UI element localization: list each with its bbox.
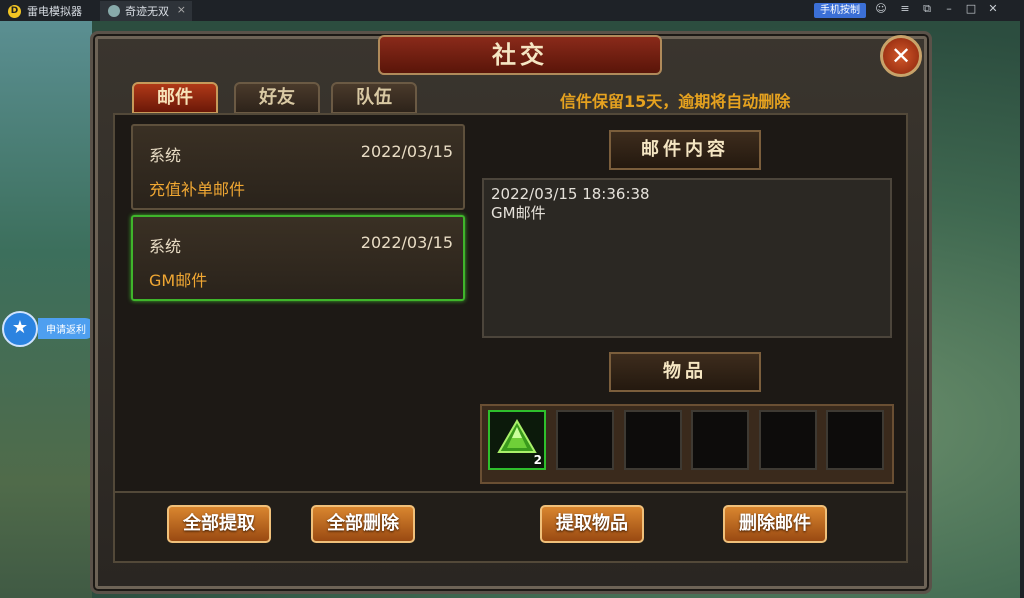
rebate-label[interactable]: 申请返利 <box>38 318 95 339</box>
emulator-logo-icon: D <box>8 4 21 18</box>
fullscreen-icon[interactable]: ⧉ <box>920 2 934 16</box>
mail-content-body: GM邮件 <box>491 204 546 222</box>
phone-control-button[interactable]: 手机按制 <box>814 3 866 18</box>
mail-content-box: 2022/03/15 18:36:38 GM邮件 <box>482 178 892 338</box>
green-gem-icon <box>497 419 537 453</box>
take-items-button[interactable]: 提取物品 <box>540 505 644 543</box>
emulator-app-name: 雷电模拟器 <box>27 5 82 18</box>
items-header: 物品 <box>609 352 761 392</box>
rebate-star-icon[interactable]: ★ <box>2 311 38 347</box>
item-slot[interactable] <box>759 410 817 470</box>
mail-content-timestamp: 2022/03/15 18:36:38 <box>491 185 650 203</box>
item-slot[interactable] <box>556 410 614 470</box>
take-all-button[interactable]: 全部提取 <box>167 505 271 543</box>
emulator-titlebar: D 雷电模拟器 奇迹无双 × 手机按制 ☺ ≡ ⧉ – □ ✕ <box>0 0 1024 21</box>
mail-sender: 系统 <box>149 146 182 165</box>
emulator-app: D 雷电模拟器 <box>8 3 82 19</box>
item-slot[interactable] <box>826 410 884 470</box>
item-slot[interactable] <box>691 410 749 470</box>
mail-retention-notice: 信件保留15天，逾期将自动删除 <box>560 92 791 111</box>
delete-all-button[interactable]: 全部删除 <box>311 505 415 543</box>
emulator-side-rail <box>1020 21 1024 598</box>
game-tab-icon <box>108 5 120 17</box>
mail-list-item[interactable]: 系统 2022/03/15 GM邮件 <box>131 215 465 301</box>
tab-team[interactable]: 队伍 <box>331 82 417 114</box>
game-scene-left-edge <box>0 21 92 598</box>
mail-sender: 系统 <box>149 237 182 256</box>
tab-friends[interactable]: 好友 <box>234 82 320 114</box>
panel-title: 社交 <box>378 35 662 75</box>
tab-close-icon[interactable]: × <box>177 3 186 16</box>
emulator-tab[interactable]: 奇迹无双 × <box>100 1 192 21</box>
item-slot[interactable]: 2 <box>488 410 546 470</box>
menu-icon[interactable]: ≡ <box>898 2 912 15</box>
close-button[interactable]: ✕ <box>880 35 922 77</box>
mail-subject: 充值补单邮件 <box>149 180 246 199</box>
item-slot[interactable] <box>624 410 682 470</box>
mail-list-item[interactable]: 系统 2022/03/15 充值补单邮件 <box>131 124 465 210</box>
tab-mail[interactable]: 邮件 <box>132 82 218 114</box>
item-quantity: 2 <box>533 453 542 467</box>
maximize-icon[interactable]: □ <box>964 2 978 15</box>
mail-subject: GM邮件 <box>149 271 208 290</box>
mail-content-header: 邮件内容 <box>609 130 761 170</box>
mail-date: 2022/03/15 <box>360 142 453 161</box>
mail-date: 2022/03/15 <box>360 233 453 252</box>
delete-mail-button[interactable]: 删除邮件 <box>723 505 827 543</box>
account-icon[interactable]: ☺ <box>874 2 888 15</box>
minimize-icon[interactable]: – <box>942 2 956 15</box>
emulator-tab-title: 奇迹无双 <box>125 5 169 18</box>
window-close-icon[interactable]: ✕ <box>986 2 1000 15</box>
